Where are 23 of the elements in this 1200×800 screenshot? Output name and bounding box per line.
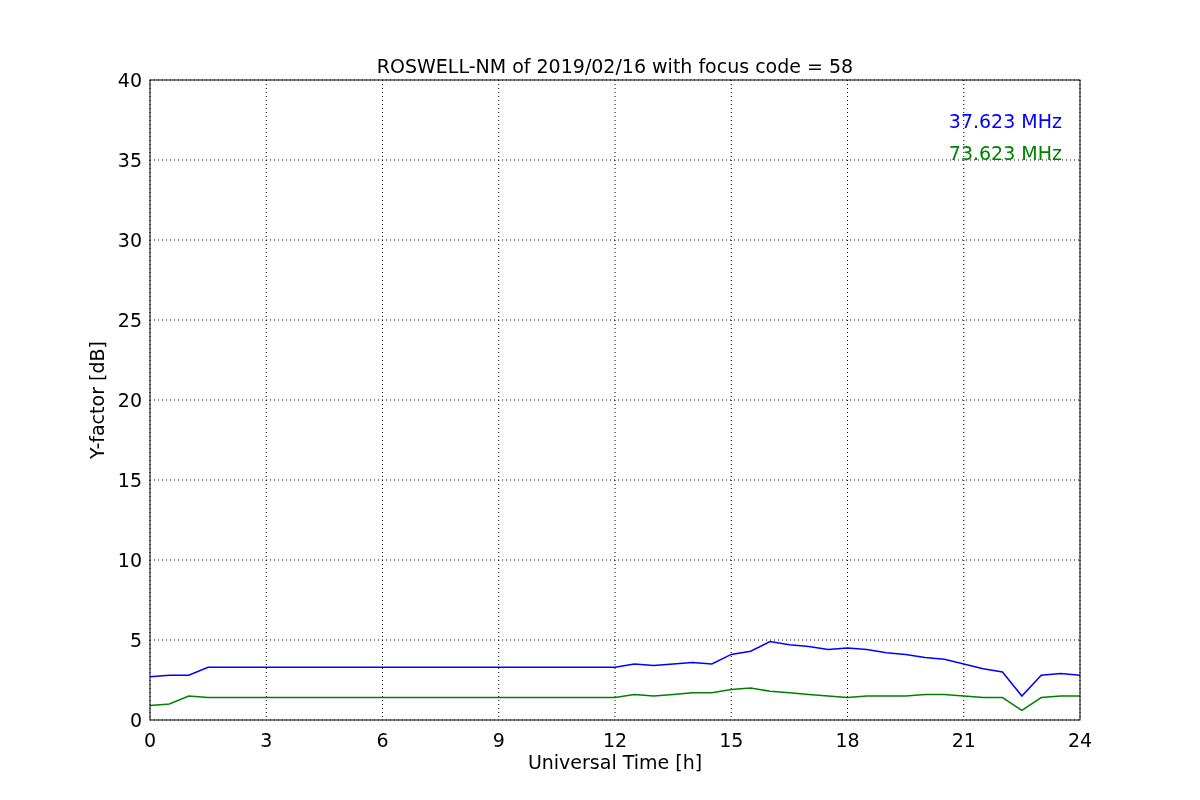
x-tick-label: 18 (835, 729, 860, 751)
x-tick-label: 9 (492, 729, 505, 751)
legend-label: 73.623 MHz (948, 142, 1062, 164)
y-tick-label: 25 (117, 309, 142, 331)
x-tick-label: 12 (602, 729, 628, 751)
y-tick-label: 15 (117, 469, 142, 491)
x-tick-label: 21 (951, 729, 976, 751)
y-tick-label: 10 (117, 549, 142, 571)
y-tick-label: 0 (129, 709, 142, 731)
x-axis-label: Universal Time [h] (527, 751, 703, 773)
y-tick-label: 35 (117, 149, 142, 171)
y-tick-label: 20 (117, 389, 142, 411)
y-tick-label: 30 (117, 229, 142, 251)
x-tick-label: 0 (143, 729, 157, 751)
legend-label: 37.623 MHz (948, 110, 1062, 132)
chart-title: ROSWELL-NM of 2019/02/16 with focus code = 58 (376, 55, 854, 77)
x-tick-label: 24 (1067, 729, 1093, 751)
x-tick-label: 15 (719, 729, 744, 751)
x-tick-label: 3 (260, 729, 273, 751)
y-tick-label: 5 (129, 629, 142, 651)
x-tick-label: 6 (376, 729, 389, 751)
y-axis-label: Y-factor [dB] (86, 341, 108, 459)
y-tick-label: 40 (117, 69, 142, 91)
